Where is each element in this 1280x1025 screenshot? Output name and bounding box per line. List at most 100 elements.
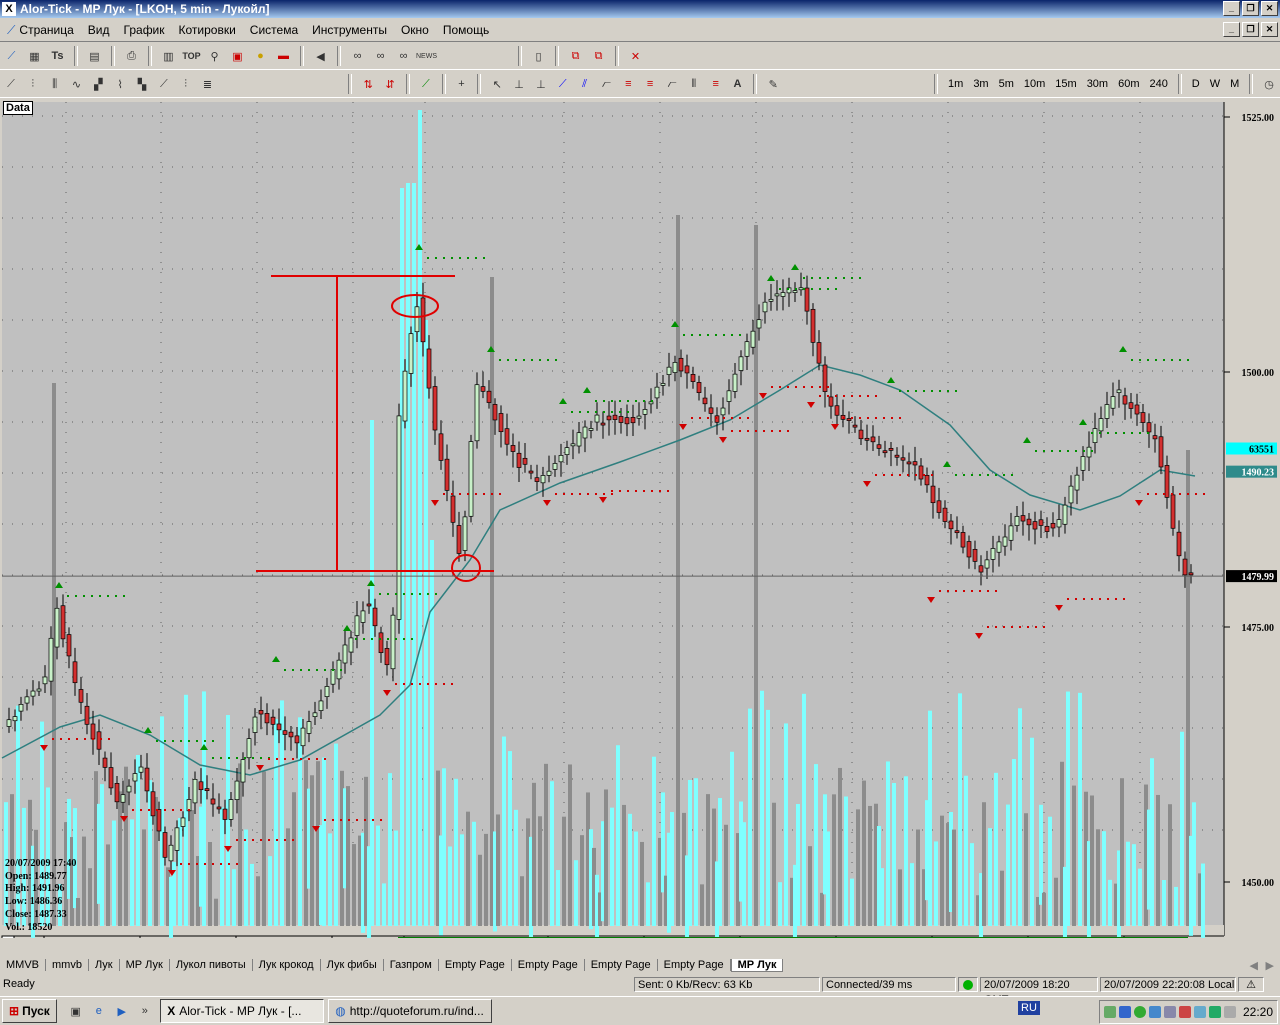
task-browser[interactable]: ◍ http://quoteforum.ru/ind... (328, 999, 493, 1023)
tab-lukol-pivots[interactable]: Лукол пивоты (170, 959, 253, 971)
channel-icon[interactable]: ⫽ (576, 75, 593, 93)
tf-15m[interactable]: 15m (1050, 78, 1081, 90)
indicator-icon[interactable]: ⟋ (417, 75, 434, 93)
close-button[interactable]: ✕ (1261, 1, 1278, 16)
warning-icon[interactable]: ⚠ (1238, 977, 1264, 992)
clock-icon[interactable]: ◷ (1261, 75, 1278, 93)
tab-mmvb[interactable]: MMVB (0, 959, 46, 971)
tab-empty-3[interactable]: Empty Page (585, 959, 658, 971)
hline-icon[interactable]: ⊥ (511, 75, 528, 93)
profile-icon[interactable]: ≣ (199, 75, 216, 93)
tab-empty-4[interactable]: Empty Page (658, 959, 731, 971)
restore-button[interactable]: ❐ (1242, 1, 1259, 16)
close-page-icon[interactable]: ✕ (627, 47, 645, 65)
tab-luk-krokod[interactable]: Лук крокод (253, 959, 321, 971)
positions-icon[interactable]: ▬ (275, 47, 293, 65)
menu-system[interactable]: Система (243, 23, 305, 37)
pf-icon[interactable]: ▞ (90, 75, 107, 93)
volume-icon[interactable]: ⫶ (177, 75, 194, 93)
minimize-button[interactable]: _ (1223, 1, 1240, 16)
tf-240[interactable]: 240 (1145, 78, 1173, 90)
menu-tools[interactable]: Инструменты (305, 23, 394, 37)
wave-icon[interactable]: ∿ (68, 75, 85, 93)
tf-d[interactable]: D (1187, 78, 1205, 90)
cursor-icon[interactable]: ↖ (489, 75, 506, 93)
menu-help[interactable]: Помощь (436, 23, 496, 37)
tray-app4-icon[interactable] (1163, 1006, 1176, 1018)
menu-chart[interactable]: График (117, 23, 172, 37)
coins-icon[interactable]: ● (252, 47, 270, 65)
buy-arrow-icon[interactable]: ⇅ (360, 75, 377, 93)
delete-page-icon[interactable]: ⧉ (590, 47, 608, 65)
top-icon[interactable]: TOP (182, 47, 200, 65)
print-icon[interactable]: ⎙ (123, 47, 141, 65)
ts-icon[interactable]: Ts (49, 47, 67, 65)
fibo-fan-icon[interactable]: ⦧ (664, 75, 681, 93)
menu-view[interactable]: Вид (81, 23, 117, 37)
vline-icon[interactable]: ⊥ (533, 75, 550, 93)
new-page-icon[interactable]: ▯ (530, 47, 548, 65)
tf-m[interactable]: M (1225, 78, 1244, 90)
tab-mr-luk-active[interactable]: МР Лук (730, 958, 784, 972)
kagi-icon[interactable]: ⌇ (112, 75, 129, 93)
fibo-time-icon[interactable]: ⫴ (685, 75, 702, 93)
mdi-minimize-button[interactable]: _ (1223, 22, 1240, 37)
tf-3m[interactable]: 3m (968, 78, 993, 90)
sound-icon[interactable]: ◀ (312, 47, 330, 65)
tab-luk[interactable]: Лук (89, 959, 120, 971)
tray-app8-icon[interactable] (1223, 1006, 1236, 1018)
tab-luk-fibo[interactable]: Лук фибы (321, 959, 384, 971)
tab-mr-luk[interactable]: МР Лук (120, 959, 170, 971)
menu-quotes[interactable]: Котировки (172, 23, 243, 37)
task-alor-tick[interactable]: X Alor-Tick - МР Лук - [... (160, 999, 325, 1023)
tray-app3-icon[interactable] (1148, 1006, 1161, 1018)
tab-mmvb-lower[interactable]: mmvb (46, 959, 89, 971)
copy-page-icon[interactable]: ⧉ (567, 47, 585, 65)
crosshair-icon[interactable]: + (453, 75, 470, 93)
level2-icon[interactable]: ▥ (160, 47, 178, 65)
tf-60m[interactable]: 60m (1113, 78, 1144, 90)
table-icon[interactable]: ▤ (86, 47, 104, 65)
search-icon[interactable]: ⚲ (206, 47, 224, 65)
fibo2-icon[interactable]: ≡ (642, 75, 659, 93)
line-icon[interactable]: ⟋ (3, 75, 20, 93)
tf-5m[interactable]: 5m (994, 78, 1019, 90)
tf-30m[interactable]: 30m (1082, 78, 1113, 90)
tray-app5-icon[interactable] (1178, 1006, 1191, 1018)
orders-icon[interactable]: ▣ (229, 47, 247, 65)
quicklaunch-desktop-icon[interactable]: ▣ (67, 1002, 85, 1020)
calendar-icon[interactable]: ▦ (26, 47, 44, 65)
tab-empty-1[interactable]: Empty Page (439, 959, 512, 971)
quicklaunch-more-icon[interactable]: » (136, 1002, 154, 1020)
quicklaunch-media-icon[interactable]: ▶ (113, 1002, 131, 1020)
tab-scroll-right-icon[interactable]: ▶ (1266, 959, 1274, 972)
start-button[interactable]: ⊞ Пуск (2, 999, 57, 1023)
sell-arrow-icon[interactable]: ⇵ (382, 75, 399, 93)
tab-empty-2[interactable]: Empty Page (512, 959, 585, 971)
tray-app2-icon[interactable] (1133, 1006, 1146, 1018)
news-icon[interactable]: NEWS (416, 47, 437, 65)
tray-network-icon[interactable] (1103, 1006, 1116, 1018)
glasses3-icon[interactable]: ∞ (395, 47, 413, 65)
candles-icon[interactable]: ⫼ (46, 75, 63, 93)
menu-window[interactable]: Окно (394, 23, 436, 37)
price-chart[interactable]: 1525.00 1500.00 1475.00 1450.00 63551 1490.2… (0, 98, 1280, 977)
glasses-icon[interactable]: ∞ (349, 47, 367, 65)
fan-icon[interactable]: ⦧ (598, 75, 615, 93)
tab-scroll-left-icon[interactable]: ◀ (1250, 959, 1258, 972)
tab-gazprom[interactable]: Газпром (384, 959, 439, 971)
mdi-close-button[interactable]: ✕ (1261, 22, 1278, 37)
linebreak-icon[interactable]: ⟋ (155, 75, 172, 93)
fibo-icon[interactable]: ≡ (620, 75, 637, 93)
tf-1m[interactable]: 1m (943, 78, 968, 90)
tf-w[interactable]: W (1205, 78, 1225, 90)
menu-page[interactable]: ⟋ Страница (0, 23, 81, 38)
chart-canvas[interactable]: 1525.00 1500.00 1475.00 1450.00 63551 1490.2… (0, 98, 1280, 977)
scroll-left-box[interactable] (1, 935, 15, 951)
trendline-icon[interactable]: ⟋ (554, 75, 571, 93)
tray-app7-icon[interactable] (1208, 1006, 1221, 1018)
renko-icon[interactable]: ▚ (134, 75, 151, 93)
tf-10m[interactable]: 10m (1019, 78, 1050, 90)
tray-app1-icon[interactable] (1118, 1006, 1131, 1018)
text-icon[interactable]: A (729, 75, 746, 93)
